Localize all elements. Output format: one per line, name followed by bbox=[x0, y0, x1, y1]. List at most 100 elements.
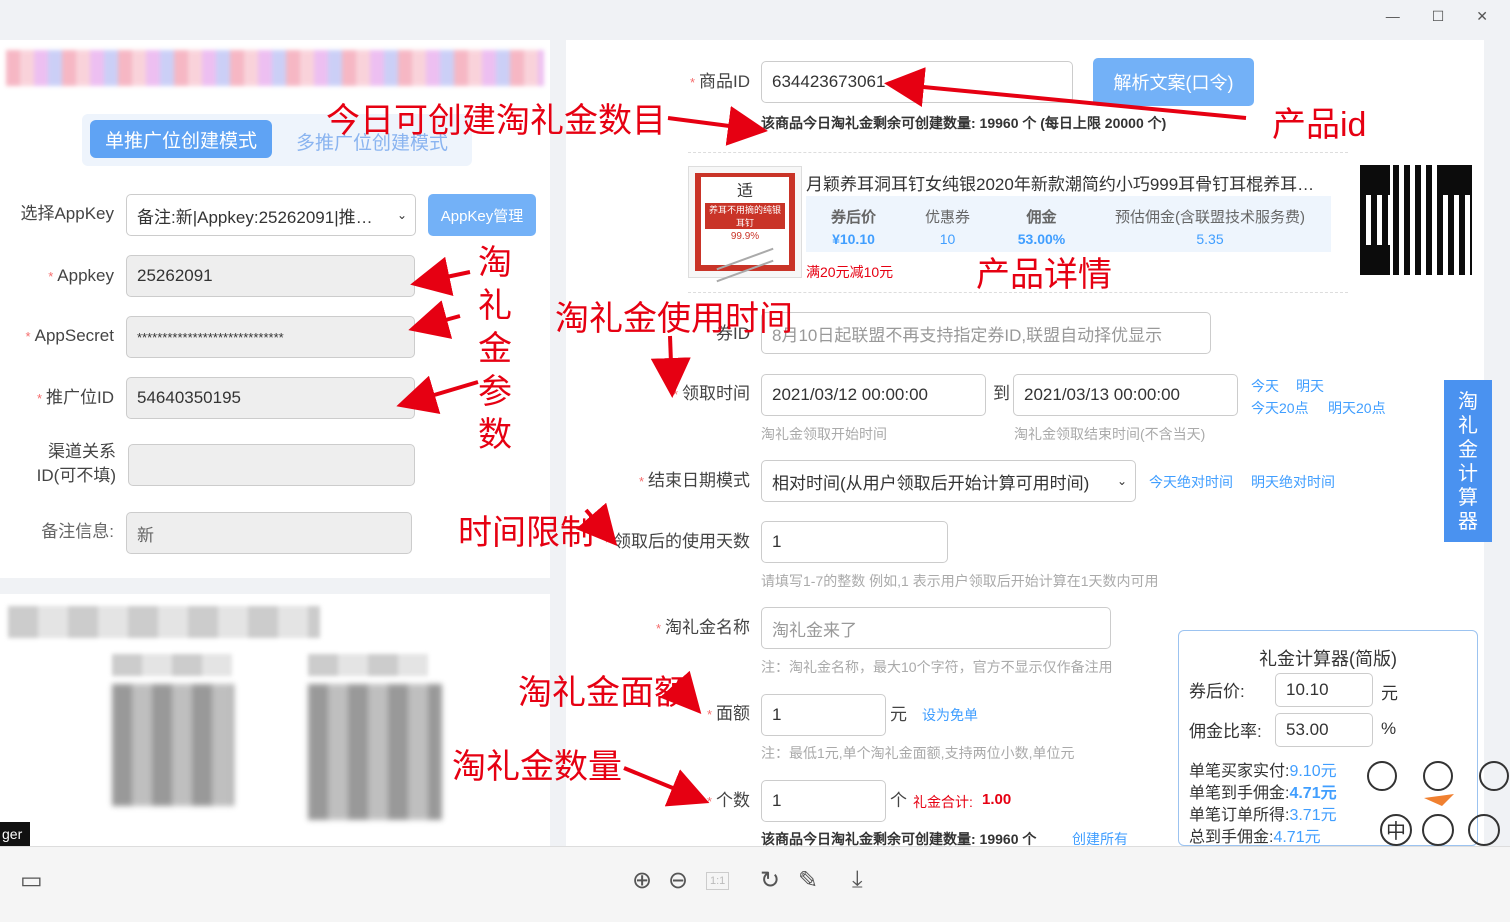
coupon-id-input[interactable]: 8月10日起联盟不再支持指定券ID,联盟自动择优显示 bbox=[761, 312, 1211, 354]
calc-rate-input[interactable]: 53.00 bbox=[1275, 713, 1373, 747]
appkey-select-value: 备注:新|Appkey:25262091|推… bbox=[137, 207, 373, 227]
today-link[interactable]: 今天 bbox=[1251, 376, 1279, 396]
adzone-input[interactable]: 54640350195 bbox=[126, 377, 415, 419]
face-label-text: 面额 bbox=[716, 704, 750, 723]
relation-label-line1: 渠道关系 bbox=[48, 442, 116, 461]
annotation-char: 淘 bbox=[478, 244, 512, 282]
download-icon[interactable]: ⤓ bbox=[852, 866, 863, 894]
chevron-down-icon: ⌄ bbox=[396, 208, 407, 222]
mascot-icon bbox=[1479, 761, 1509, 791]
remark-label: 备注信息: bbox=[41, 522, 114, 541]
receive-time-label-text: 领取时间 bbox=[682, 384, 750, 403]
tab-char: 算 bbox=[1458, 487, 1478, 509]
end-mode-select[interactable]: 相对时间(从用户领取后开始计算可用时间) ⌄ bbox=[761, 460, 1136, 502]
stat-value: 5.35 bbox=[1196, 231, 1224, 247]
appkey-select-label: 选择AppKey bbox=[20, 204, 114, 223]
face-hint: 注：最低1元,单个淘礼金面额,支持两位小数,单位元 bbox=[761, 745, 1075, 761]
tab-char: 礼 bbox=[1458, 415, 1478, 437]
skin-icon bbox=[1468, 814, 1500, 846]
calc-price-input[interactable]: 10.10 bbox=[1275, 673, 1373, 707]
actual-size-icon[interactable]: 1:1 bbox=[706, 872, 730, 890]
relation-label-line2: ID(可不填) bbox=[36, 466, 116, 485]
product-image-heading: 适 bbox=[736, 183, 753, 200]
annotation-time-limit: 时间限制 bbox=[458, 514, 594, 552]
product-image: 适 养耳不用摘的纯银耳钉 99.9% bbox=[688, 166, 802, 283]
tlj-name-label: * 淘礼金名称 bbox=[620, 616, 750, 641]
stat-coupon-price: 券后价 ¥10.10 bbox=[806, 206, 901, 247]
tomorrow-link[interactable]: 明天 bbox=[1296, 376, 1324, 396]
ime-widget[interactable]: 中 bbox=[1362, 758, 1510, 846]
appkey-input[interactable]: 25262091 bbox=[126, 255, 415, 297]
annotation-quota: 今日可创建淘礼金数目 bbox=[326, 102, 666, 140]
item-id-input[interactable]: 634423673061 bbox=[761, 61, 1073, 103]
stat-value: 53.00% bbox=[1017, 231, 1066, 247]
calc-row: 单笔到手佣金:4.71元 bbox=[1189, 783, 1337, 805]
blurred-qr-image bbox=[112, 684, 234, 806]
count-input[interactable]: 1 bbox=[761, 780, 886, 822]
required-mark: * bbox=[655, 621, 661, 636]
window-controls: — ☐ ✕ bbox=[1386, 8, 1488, 25]
required-mark: * bbox=[689, 75, 695, 90]
viewer-toolbar bbox=[0, 846, 1510, 922]
required-mark: * bbox=[672, 387, 678, 402]
thumbnail-icon[interactable]: ▭ bbox=[20, 866, 43, 895]
single-mode-button[interactable]: 单推广位创建模式 bbox=[90, 120, 272, 158]
product-image-caption: 养耳不用摘的纯银耳钉 bbox=[705, 203, 785, 229]
stat-estimate: 预估佣金(含联盟技术服务费) 5.35 bbox=[1090, 206, 1330, 247]
total-value: 1.00 bbox=[982, 791, 1012, 808]
tlj-name-input[interactable]: 淘礼金来了 bbox=[761, 607, 1111, 649]
stat-value: 10 bbox=[939, 231, 956, 247]
blurred-text bbox=[8, 606, 320, 638]
stat-label: 优惠券 bbox=[924, 209, 970, 226]
appsecret-input[interactable]: ***************************** bbox=[126, 316, 415, 358]
face-input[interactable]: 1 bbox=[761, 694, 886, 736]
mascot-icon bbox=[1367, 761, 1397, 791]
annotation-face: 淘礼金面额 bbox=[518, 674, 688, 712]
receive-start-input[interactable]: 2021/03/12 00:00:00 bbox=[761, 374, 986, 416]
required-mark: * bbox=[48, 269, 54, 284]
stat-label: 佣金 bbox=[1026, 209, 1057, 226]
required-mark: * bbox=[638, 474, 644, 489]
tomorrow-20-link[interactable]: 明天20点 bbox=[1328, 398, 1386, 418]
calc-price-label: 券后价: bbox=[1189, 682, 1245, 701]
calc-row-label: 单笔订单所得: bbox=[1189, 807, 1290, 824]
product-title[interactable]: 月颖养耳洞耳钉女纯银2020年新款潮简约小巧999耳骨钉耳棍养耳… bbox=[806, 170, 1336, 195]
item-quota-text: 该商品今日淘礼金剩余可创建数量: 19960 个 (每日上限 20000 个) bbox=[761, 115, 1167, 131]
appkey-select[interactable]: 备注:新|Appkey:25262091|推… ⌄ bbox=[126, 194, 416, 236]
set-free-link[interactable]: 设为免单 bbox=[922, 705, 978, 725]
receive-end-input[interactable]: 2021/03/13 00:00:00 bbox=[1013, 374, 1238, 416]
rotate-icon[interactable]: ↻ bbox=[760, 866, 780, 895]
calc-row: 单笔订单所得:3.71元 bbox=[1189, 805, 1337, 827]
required-mark: * bbox=[25, 329, 31, 344]
appkey-manage-button[interactable]: AppKey管理 bbox=[428, 194, 536, 236]
debug-tag: ger bbox=[0, 822, 30, 846]
calc-row-label: 单笔买家实付: bbox=[1189, 763, 1290, 780]
minimize-button[interactable]: — bbox=[1386, 8, 1400, 25]
tlj-calculator-tab[interactable]: 淘 礼 金 计 算 器 bbox=[1444, 380, 1492, 542]
relation-input[interactable] bbox=[128, 444, 415, 486]
stat-value: ¥10.10 bbox=[832, 231, 875, 247]
calc-row-label: 单笔到手佣金: bbox=[1189, 785, 1290, 802]
blurred-header bbox=[6, 50, 544, 86]
zoom-in-icon[interactable]: ⊕ bbox=[632, 866, 652, 895]
today-absolute-link[interactable]: 今天绝对时间 bbox=[1149, 472, 1233, 492]
zoom-out-icon[interactable]: ⊖ bbox=[668, 866, 688, 895]
annotation-product-id: 产品id bbox=[1272, 106, 1367, 144]
end-mode-value: 相对时间(从用户领取后开始计算可用时间) bbox=[772, 473, 1090, 493]
remark-input[interactable]: 新 bbox=[126, 512, 412, 554]
tlj-name-placeholder: 淘礼金来了 bbox=[772, 620, 857, 640]
relation-label: 渠道关系 ID(可不填) bbox=[10, 440, 116, 488]
maximize-button[interactable]: ☐ bbox=[1432, 8, 1445, 25]
tab-char: 淘 bbox=[1458, 391, 1478, 413]
close-button[interactable]: ✕ bbox=[1476, 8, 1488, 25]
use-days-input[interactable]: 1 bbox=[761, 521, 948, 563]
annotation-char: 礼 bbox=[478, 287, 512, 325]
today-20-link[interactable]: 今天20点 bbox=[1251, 398, 1309, 418]
annotation-params: 淘 礼 金 参 数 bbox=[478, 242, 512, 457]
required-mark: * bbox=[604, 535, 610, 550]
annotation-char: 参 bbox=[478, 373, 512, 411]
tomorrow-absolute-link[interactable]: 明天绝对时间 bbox=[1251, 472, 1335, 492]
edit-icon[interactable]: ✎ bbox=[798, 866, 818, 895]
product-qr-code bbox=[1360, 165, 1472, 275]
parse-text-button[interactable]: 解析文案(口令) bbox=[1093, 58, 1254, 106]
